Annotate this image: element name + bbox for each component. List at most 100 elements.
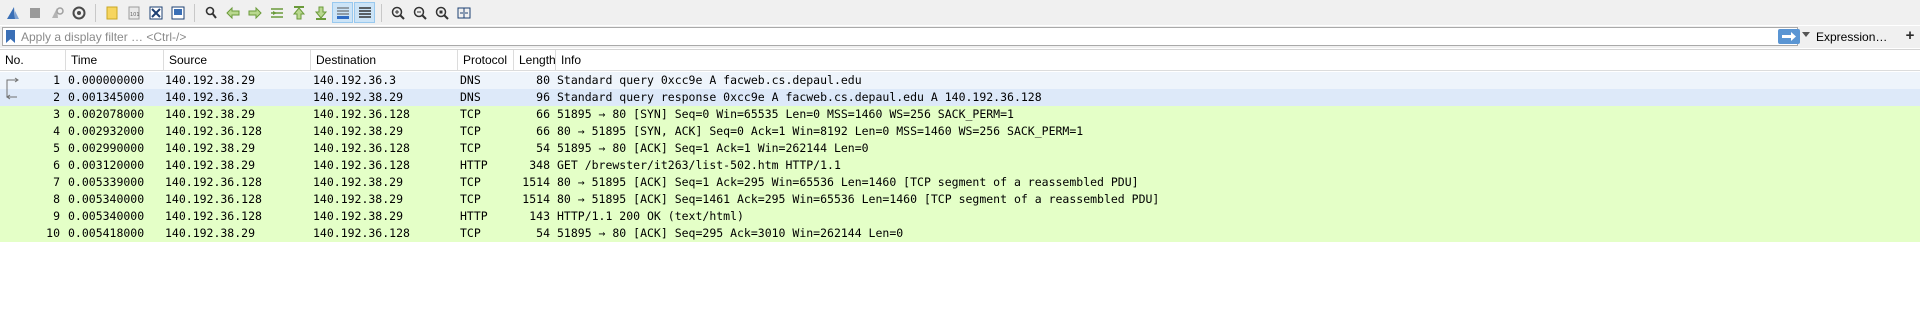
zoom-in-button[interactable] [387,2,408,23]
save-file-button[interactable]: 101 [123,2,144,23]
restart-capture-icon [51,6,64,18]
packet-row[interactable]: 6 0.003120000 140.192.38.29 140.192.36.128 H… [0,157,1920,174]
packet-rows: 1 0.000000000 140.192.38.29 140.192.36.3 DNS… [0,72,1920,242]
packet-row[interactable]: 5 0.002990000 140.192.38.29 140.192.36.128 T… [0,140,1920,157]
auto-scroll-icon [336,7,349,19]
packet-row[interactable]: 2 0.001345000 140.192.36.3 140.192.38.29 DNS… [0,89,1920,106]
add-filter-button[interactable]: + [1902,27,1918,45]
restart-capture-button[interactable] [46,2,67,23]
packet-row[interactable]: 4 0.002932000 140.192.36.128 140.192.38.29 T… [0,123,1920,140]
column-header-time[interactable]: Time [66,50,164,70]
normal-size-button[interactable] [431,2,452,23]
packet-protocol: HTTP [460,158,488,172]
packet-length: 1514 [522,192,550,206]
bookmark-icon[interactable] [5,30,16,43]
capture-options-button[interactable] [68,2,89,23]
capture-options-icon [72,6,85,19]
packet-length: 66 [536,124,550,138]
first-packet-icon [292,5,305,19]
normal-size-icon [435,6,449,20]
auto-scroll-button[interactable] [332,2,353,23]
column-header-source[interactable]: Source [164,50,311,70]
display-filter-input[interactable] [21,28,1761,45]
packet-length: 54 [536,226,550,240]
expression-button[interactable]: Expression… [1816,29,1887,45]
column-header-length[interactable]: Length [514,50,556,70]
toolbar-separator [95,3,96,22]
packet-info: 80 → 51895 [ACK] Seq=1 Ack=295 Win=65536… [557,175,1139,189]
packet-destination: 140.192.36.3 [313,73,397,87]
packet-list[interactable]: No. Time Source Destination Protocol Len… [0,49,1920,333]
apply-filter-button[interactable] [1778,29,1800,44]
horizontal-scrollbar[interactable] [0,316,1920,333]
packet-number: 8 [53,192,60,206]
packet-number: 2 [53,90,60,104]
packet-length: 348 [529,158,550,172]
packet-time: 0.000000000 [68,73,145,87]
toolbar-separator [194,3,195,22]
packet-length: 66 [536,107,550,121]
arrow-right-icon [1782,32,1796,41]
packet-source: 140.192.38.29 [165,158,256,172]
packet-info: HTTP/1.1 200 OK (text/html) [557,209,744,223]
colorize-button[interactable] [354,2,375,23]
stop-capture-button[interactable] [24,2,45,23]
packet-number: 3 [53,107,60,121]
packet-destination: 140.192.38.29 [313,124,404,138]
packet-time: 0.002078000 [68,107,145,121]
last-packet-icon [314,6,327,20]
packet-protocol: TCP [460,226,481,240]
packet-destination: 140.192.36.128 [313,158,410,172]
display-filter-bar: Expression… + [0,26,1920,48]
packet-info: 51895 → 80 [SYN] Seq=0 Win=65535 Len=0 M… [557,107,1014,121]
packet-row[interactable]: 9 0.005340000 140.192.36.128 140.192.38.29 H… [0,208,1920,225]
packet-info: GET /brewster/it263/list-502.htm HTTP/1.… [557,158,841,172]
packet-row[interactable]: 1 0.000000000 140.192.38.29 140.192.36.3 DNS… [0,72,1920,89]
packet-source: 140.192.36.128 [165,175,262,189]
display-filter-box [2,27,1800,46]
last-packet-button[interactable] [310,2,331,23]
packet-source: 140.192.36.128 [165,209,262,223]
packet-row[interactable]: 8 0.005340000 140.192.36.128 140.192.38.29 T… [0,191,1920,208]
reload-file-button[interactable] [167,2,188,23]
resize-columns-button[interactable] [453,2,474,23]
packet-time: 0.002990000 [68,141,145,155]
close-file-button[interactable] [145,2,166,23]
colorize-icon [358,6,371,18]
packet-time: 0.005339000 [68,175,145,189]
column-header-info[interactable]: Info [556,50,1920,70]
packet-list-header: No. Time Source Destination Protocol Len… [0,50,1920,71]
packet-source: 140.192.38.29 [165,73,256,87]
packet-destination: 140.192.36.128 [313,226,410,240]
packet-row[interactable]: 3 0.002078000 140.192.38.29 140.192.36.128 T… [0,106,1920,123]
column-header-destination[interactable]: Destination [311,50,458,70]
zoom-out-button[interactable] [409,2,430,23]
go-back-button[interactable] [222,2,243,23]
packet-destination: 140.192.38.29 [313,209,404,223]
packet-row[interactable]: 7 0.005339000 140.192.36.128 140.192.38.29 T… [0,174,1920,191]
svg-text:101: 101 [130,12,140,18]
chevron-down-icon[interactable] [1801,29,1811,39]
packet-time: 0.001345000 [68,90,145,104]
packet-protocol: DNS [460,90,481,104]
packet-row[interactable]: 10 0.005418000 140.192.38.29 140.192.36.128… [0,225,1920,242]
close-file-icon [149,6,162,19]
packet-source: 140.192.36.3 [165,90,249,104]
find-packet-icon [205,6,217,19]
go-to-packet-button[interactable] [266,2,287,23]
packet-number: 7 [53,175,60,189]
packet-time: 0.003120000 [68,158,145,172]
packet-protocol: DNS [460,73,481,87]
open-file-button[interactable] [101,2,122,23]
column-header-no[interactable]: No. [0,50,66,70]
first-packet-button[interactable] [288,2,309,23]
packet-time: 0.005418000 [68,226,145,240]
column-header-protocol[interactable]: Protocol [458,50,514,70]
packet-protocol: HTTP [460,209,488,223]
main-toolbar: 101 [0,0,1920,25]
find-packet-button[interactable] [200,2,221,23]
go-forward-button[interactable] [244,2,265,23]
packet-source: 140.192.36.128 [165,192,262,206]
start-capture-button[interactable] [2,2,23,23]
packet-destination: 140.192.38.29 [313,175,404,189]
